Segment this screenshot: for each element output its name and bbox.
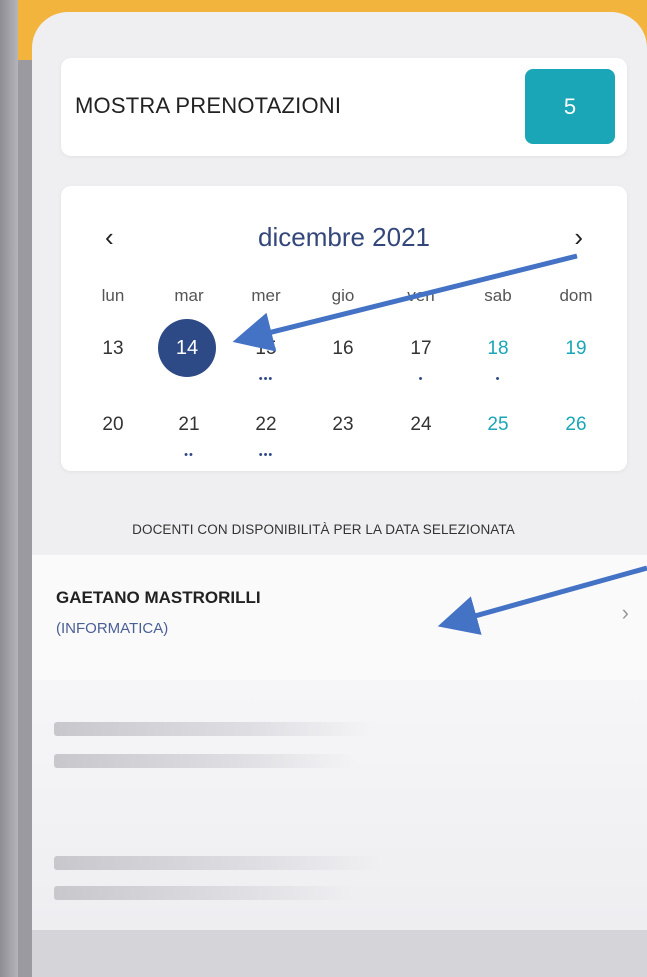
placeholder-line — [54, 754, 354, 768]
calendar-day[interactable]: 21 — [159, 414, 219, 436]
calendar-day-weekend[interactable]: 26 — [546, 414, 606, 436]
weekday-header: mer — [251, 286, 281, 305]
teacher-subject: (INFORMATICA) — [56, 620, 169, 637]
show-bookings-label: MOSTRA PRENOTAZIONI — [75, 93, 342, 118]
appointment-dots: • — [495, 373, 501, 385]
weekday-header: dom — [559, 286, 593, 305]
appointment-dots: • — [418, 373, 424, 385]
calendar-day-weekend[interactable]: 25 — [468, 414, 528, 436]
chevron-right-icon: › — [621, 600, 629, 625]
bookings-count-badge[interactable]: 5 — [525, 69, 615, 144]
placeholder-line — [54, 856, 384, 870]
placeholder-line — [54, 886, 354, 900]
month-title: dicembre 2021 — [258, 222, 430, 252]
blurred-content — [32, 680, 647, 930]
placeholder-line — [54, 722, 374, 736]
teacher-name: GAETANO MASTRORILLI — [56, 588, 261, 607]
appointment-dots: ••• — [258, 449, 274, 461]
calendar-card: ‹ dicembre 2021 › lun mar mer gio ven sa… — [61, 186, 627, 471]
next-month-button[interactable]: › — [574, 224, 583, 250]
show-bookings-card[interactable]: MOSTRA PRENOTAZIONI 5 — [61, 58, 627, 156]
calendar-day[interactable]: 22 — [236, 414, 296, 436]
calendar-day[interactable]: 20 — [83, 414, 143, 436]
calendar-day[interactable]: 16 — [313, 338, 373, 360]
background-edge — [0, 0, 18, 977]
weekday-header: mar — [174, 286, 204, 305]
bottom-bar — [32, 930, 647, 977]
selected-day[interactable]: 14 — [158, 319, 216, 377]
weekday-header: ven — [407, 286, 435, 305]
calendar-day[interactable]: 17 — [391, 338, 451, 360]
calendar-day[interactable]: 13 — [83, 338, 143, 360]
appointment-dots: •• — [184, 449, 194, 461]
weekday-header: sab — [484, 286, 512, 305]
appointment-dots: ••• — [258, 373, 274, 385]
calendar-day[interactable]: 24 — [391, 414, 451, 436]
calendar-day[interactable]: 15 — [236, 338, 296, 360]
calendar-day-weekend[interactable]: 19 — [546, 338, 606, 360]
weekday-header: lun — [101, 286, 125, 305]
section-heading: DOCENTI CON DISPONIBILITÀ PER LA DATA SE… — [132, 522, 515, 537]
teacher-list-item[interactable]: GAETANO MASTRORILLI (INFORMATICA) › — [32, 555, 647, 695]
calendar-day[interactable]: 23 — [313, 414, 373, 436]
calendar-day-weekend[interactable]: 18 — [468, 338, 528, 360]
weekday-header: gio — [331, 286, 355, 305]
